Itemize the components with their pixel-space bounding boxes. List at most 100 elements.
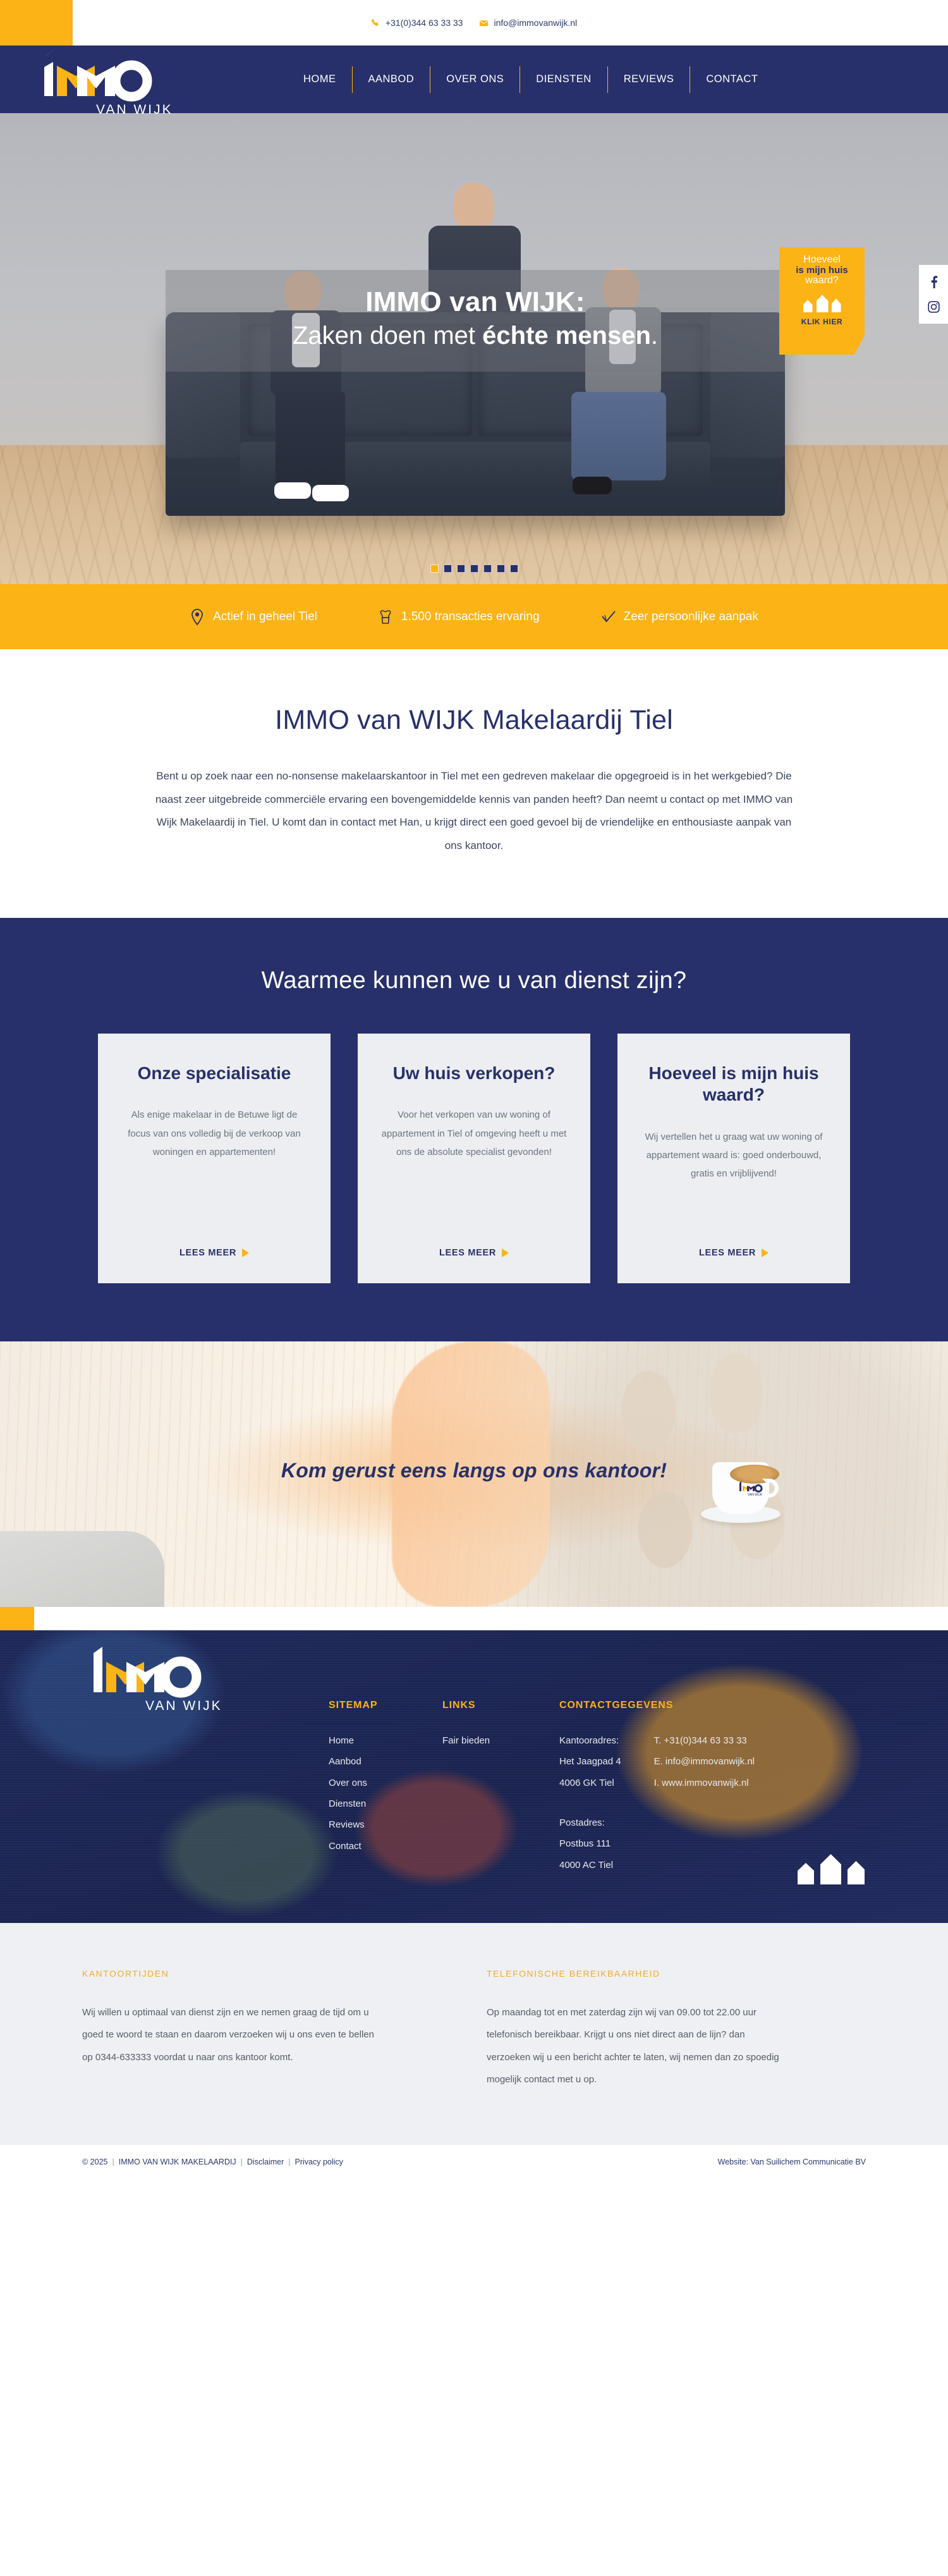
phone-hours-heading: TELEFONISCHE BEREIKBAARHEID bbox=[487, 1969, 660, 1979]
home-value-badge[interactable]: Hoeveel is mijn huis waard? KLIK HIER bbox=[779, 247, 865, 355]
service-cards: Onze specialisatie Als enige makelaar in… bbox=[0, 1034, 948, 1284]
footer-sitemap-column: SITEMAP Home Aanbod Over ons Diensten Re… bbox=[329, 1642, 442, 1876]
footer-link-over-ons[interactable]: Over ons bbox=[329, 1773, 442, 1793]
copyright-company: IMMO VAN WIJK MAKELAARDIJ bbox=[118, 2158, 236, 2167]
footer-logo[interactable]: VAN WIJK bbox=[82, 1647, 240, 1723]
read-more-button[interactable]: LEES MEER bbox=[699, 1230, 769, 1258]
nav-item-contact[interactable]: CONTACT bbox=[690, 74, 774, 85]
facebook-icon[interactable] bbox=[927, 275, 940, 289]
arrow-right-icon bbox=[242, 1248, 250, 1258]
read-more-button[interactable]: LEES MEER bbox=[439, 1230, 509, 1258]
nav-item-reviews[interactable]: REVIEWS bbox=[608, 74, 690, 85]
services-section: Waarmee kunnen we u van dienst zijn? Onz… bbox=[0, 918, 948, 1342]
postal-address-line1: Postbus 111 bbox=[559, 1838, 611, 1850]
phone-icon bbox=[371, 18, 380, 28]
usp-label-approach: Zeer persoonlijke aanpak bbox=[623, 609, 758, 623]
svg-text:VAN WIJK: VAN WIJK bbox=[748, 1493, 763, 1496]
service-card-waarde[interactable]: Hoeveel is mijn huis waard? Wij vertelle… bbox=[617, 1034, 850, 1284]
office-hours-column: KANTOORTIJDEN Wij willen u optimaal van … bbox=[82, 1969, 386, 2091]
arrow-right-icon bbox=[502, 1248, 509, 1258]
slider-dot-2[interactable] bbox=[443, 565, 452, 573]
service-card-verkopen[interactable]: Uw huis verkopen? Voor het verkopen van … bbox=[358, 1034, 590, 1284]
card-title: Uw huis verkopen? bbox=[392, 1063, 556, 1084]
nav-item-home[interactable]: HOME bbox=[288, 74, 352, 85]
footer-link-aanbod[interactable]: Aanbod bbox=[329, 1751, 442, 1772]
footer-contact-column: CONTACTGEGEVENS Kantooradres: Het Jaagpa… bbox=[559, 1642, 856, 1876]
slider-dots bbox=[0, 565, 948, 573]
hero-slider: IMMO van WIJK: Zaken doen met échte mens… bbox=[0, 113, 948, 584]
footer-link-diensten[interactable]: Diensten bbox=[329, 1793, 442, 1814]
main-navigation-bar: VAN WIJK HOME AANBOD OVER ONS DIENSTEN R… bbox=[0, 46, 948, 117]
office-hours-heading: KANTOORTIJDEN bbox=[82, 1969, 169, 1979]
site-logo[interactable]: VAN WIJK bbox=[33, 33, 191, 118]
office-address-label: Kantooradres: bbox=[559, 1735, 619, 1747]
slider-dot-4[interactable] bbox=[470, 565, 478, 573]
footer-link-home[interactable]: Home bbox=[329, 1730, 442, 1751]
invite-heading-text: Kom gerust eens langs op ons kantoor! bbox=[281, 1459, 667, 1482]
copyright-bar: © 2025 | IMMO VAN WIJK MAKELAARDIJ | Dis… bbox=[0, 2145, 948, 2202]
svg-text:VAN WIJK: VAN WIJK bbox=[145, 1699, 222, 1713]
instagram-icon[interactable] bbox=[927, 300, 940, 314]
arrow-right-icon bbox=[762, 1248, 769, 1258]
services-title: Waarmee kunnen we u van dienst zijn? bbox=[261, 967, 687, 994]
hero-subline-pre: Zaken doen met bbox=[292, 322, 483, 350]
footer-sitemap-list: Home Aanbod Over ons Diensten Reviews Co… bbox=[329, 1730, 442, 1857]
footer-website[interactable]: I. www.immovanwijk.nl bbox=[654, 1773, 755, 1793]
hero-caption: IMMO van WIJK: Zaken doen met échte mens… bbox=[166, 270, 785, 372]
footer-link-contact[interactable]: Contact bbox=[329, 1836, 442, 1857]
slider-dot-6[interactable] bbox=[496, 565, 505, 573]
hero-subline: Zaken doen met échte mensen. bbox=[166, 322, 785, 350]
privacy-policy-link[interactable]: Privacy policy bbox=[295, 2158, 343, 2166]
usp-item-location: Actief in geheel Tiel bbox=[190, 608, 317, 625]
phone-hours-column: TELEFONISCHE BEREIKBAARHEID Op maandag t… bbox=[487, 1969, 790, 2091]
hero-subline-bold: échte mensen bbox=[482, 322, 651, 350]
footer-contact-details: T. +31(0)344 63 33 33 E. info@immovanwij… bbox=[654, 1730, 755, 1876]
read-more-label: LEES MEER bbox=[698, 1248, 757, 1259]
houses-icon bbox=[802, 292, 842, 313]
postal-address-label: Postadres: bbox=[559, 1817, 605, 1829]
badge-cta-label: KLIK HIER bbox=[801, 317, 843, 327]
footer-email[interactable]: E. info@immovanwijk.nl bbox=[654, 1751, 755, 1772]
slider-dot-1[interactable] bbox=[430, 565, 439, 573]
footer-link-reviews[interactable]: Reviews bbox=[329, 1814, 442, 1835]
badge-line-2: is mijn huis bbox=[796, 264, 848, 276]
phone-hours-text: Op maandag tot en met zaterdag zijn wij … bbox=[487, 2007, 779, 2085]
location-pin-icon bbox=[190, 608, 205, 625]
slider-dot-5[interactable] bbox=[483, 565, 492, 573]
topbar-email[interactable]: info@immovanwijk.nl bbox=[479, 18, 577, 28]
nav-item-aanbod[interactable]: AANBOD bbox=[353, 74, 430, 85]
service-card-specialisatie[interactable]: Onze specialisatie Als enige makelaar in… bbox=[98, 1034, 331, 1284]
footer-telephone[interactable]: T. +31(0)344 63 33 33 bbox=[654, 1730, 755, 1751]
office-address-line1: Het Jaagpad 4 bbox=[559, 1756, 621, 1767]
footer-address-block: Kantooradres: Het Jaagpad 4 4006 GK Tiel… bbox=[559, 1730, 621, 1876]
nav-item-diensten[interactable]: DIENSTEN bbox=[520, 74, 607, 85]
read-more-button[interactable]: LEES MEER bbox=[179, 1230, 250, 1258]
mail-icon bbox=[479, 18, 489, 28]
usp-item-approach: Zeer persoonlijke aanpak bbox=[600, 609, 758, 625]
copyright-divider: | bbox=[288, 2158, 291, 2167]
topbar-phone-link[interactable]: +31(0)344 63 33 33 bbox=[386, 18, 463, 28]
footer-link-fair-bieden[interactable]: Fair bieden bbox=[442, 1730, 559, 1751]
site-footer: VAN WIJK funda SITEMAP Home Aanbod Over … bbox=[0, 1607, 948, 1924]
topbar-phone[interactable]: +31(0)344 63 33 33 bbox=[371, 18, 463, 28]
usp-item-transactions: 1.500 transacties ervaring bbox=[378, 609, 540, 625]
intro-section: IMMO van WIJK Makelaardij Tiel Bent u op… bbox=[0, 649, 948, 919]
topbar-email-link[interactable]: info@immovanwijk.nl bbox=[494, 18, 577, 28]
handshake-icon bbox=[378, 609, 393, 625]
nav-links: HOME AANBOD OVER ONS DIENSTEN REVIEWS CO… bbox=[288, 66, 774, 93]
office-invite-section: VAN WIJK Kom gerust eens langs op ons ka… bbox=[0, 1341, 948, 1608]
usp-label-transactions: 1.500 transacties ervaring bbox=[401, 609, 540, 623]
intro-body: Bent u op zoek naar een no-nonsense make… bbox=[155, 770, 793, 852]
website-credit: Website: Van Suilichem Communicatie BV bbox=[717, 2158, 866, 2167]
svg-text:VAN WIJK: VAN WIJK bbox=[96, 102, 173, 117]
slider-dot-7[interactable] bbox=[509, 565, 518, 573]
card-text: Voor het verkopen van uw woning of appar… bbox=[381, 1109, 567, 1157]
slider-dot-3[interactable] bbox=[456, 565, 465, 573]
postal-address-line2: 4000 AC Tiel bbox=[559, 1859, 614, 1871]
disclaimer-link[interactable]: Disclaimer bbox=[247, 2158, 284, 2166]
nav-item-over-ons[interactable]: OVER ONS bbox=[430, 74, 520, 85]
card-text: Als enige makelaar in de Betuwe ligt de … bbox=[128, 1109, 301, 1157]
homepage: +31(0)344 63 33 33 info@immovanwijk.nl V… bbox=[0, 0, 948, 2202]
copyright-year: © 2025 bbox=[82, 2158, 108, 2167]
social-rail bbox=[919, 265, 948, 324]
